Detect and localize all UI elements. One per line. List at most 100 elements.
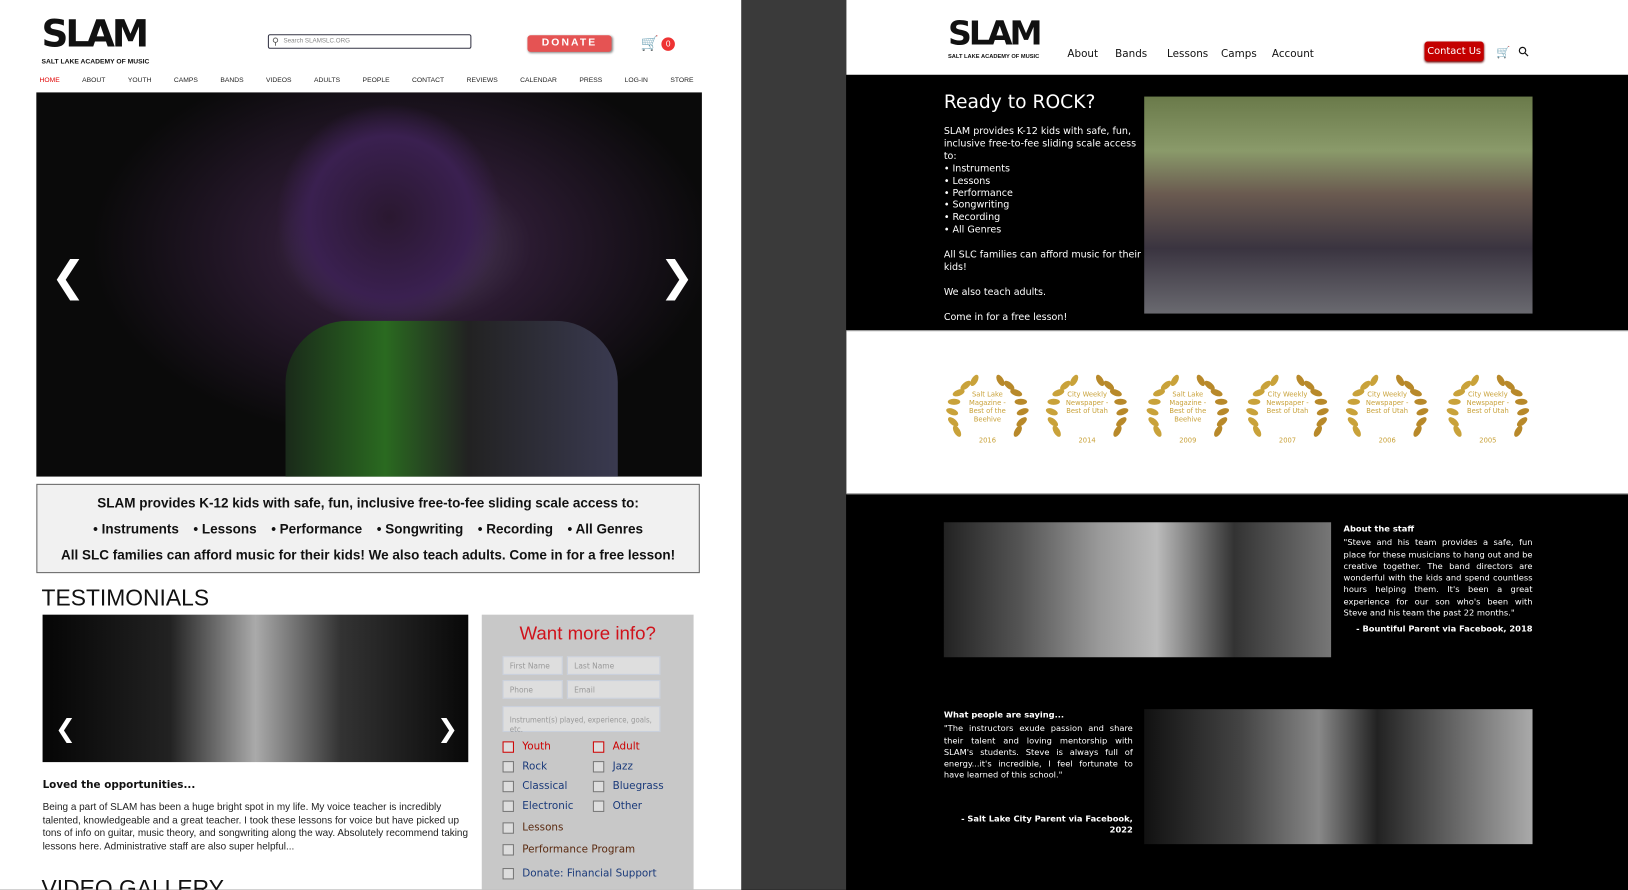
award-title: Salt Lake Magazine - Best of the Beehive <box>1169 390 1207 424</box>
nav-item-adults[interactable]: ADULTS <box>314 77 340 84</box>
phone-field[interactable]: Phone <box>502 680 563 699</box>
award-title: City Weekly Newspaper - Best of Utah <box>1266 390 1309 416</box>
people-attribution: - Salt Lake City Parent via Facebook, 20… <box>961 813 1133 835</box>
award-year: 2006 <box>1378 436 1396 445</box>
cart-icon[interactable]: 🛒 <box>1496 46 1510 59</box>
checkbox-box[interactable] <box>502 780 514 793</box>
hero-p2: We also teach adults. <box>943 286 1047 298</box>
award-laurel: City Weekly Newspaper - Best of Utah 2007 <box>1243 372 1332 455</box>
left-homepage-mockup: SLAM SALT LAKE ACADEMY OF MUSIC ⚲ Search… <box>0 0 742 890</box>
search-input[interactable]: ⚲ Search SLAMSLC.ORG <box>267 34 472 49</box>
carousel-next-arrow-icon[interactable]: ❯ <box>659 253 694 301</box>
checkbox-label: Other <box>612 800 643 812</box>
checkbox-classical[interactable]: Classical <box>502 780 568 793</box>
header: SLAM SALT LAKE ACADEMY OF MUSIC About Ban… <box>846 0 1628 75</box>
logo-subtitle: SALT LAKE ACADEMY OF MUSIC <box>947 53 1040 61</box>
slam-logo[interactable]: SLAM <box>42 16 150 54</box>
checkbox-box[interactable] <box>502 844 514 856</box>
hero-list-item: • Instruments <box>943 162 1010 175</box>
cart-icon[interactable]: 🛒 <box>641 34 659 52</box>
checkbox-youth[interactable]: Youth <box>502 741 551 753</box>
nav-item-bands[interactable]: BANDS <box>220 77 243 84</box>
award-title: City Weekly Newspaper - Best of Utah <box>1466 390 1510 416</box>
slam-logo[interactable]: SLAM <box>948 17 1043 50</box>
nav-item-bands[interactable]: Bands <box>1115 49 1147 60</box>
contact-us-button[interactable]: Contact Us <box>1424 41 1484 62</box>
award-year: 2009 <box>1179 436 1197 445</box>
checkbox-label: Classical <box>522 780 568 793</box>
right-homepage-mockup: SLAM SALT LAKE ACADEMY OF MUSIC About Ban… <box>846 0 1628 890</box>
hero-list-item: • Recording <box>943 212 1001 224</box>
hero-text: SLAM provides K-12 kids with safe, fun, … <box>944 126 1143 324</box>
award-laurel: City Weekly Newspaper - Best of Utah 2006 <box>1343 372 1432 455</box>
info-item: • Lessons <box>193 521 257 537</box>
email-field[interactable]: Email <box>566 680 661 699</box>
carousel-prev-arrow-icon[interactable]: ❮ <box>51 253 86 301</box>
nav-item-contact[interactable]: CONTACT <box>412 77 444 84</box>
nav-item-press[interactable]: PRESS <box>579 77 602 84</box>
checkbox-label: Jazz <box>612 761 633 773</box>
checkbox-box[interactable] <box>592 780 605 793</box>
staff-quote: "Steve and his team provides a safe, fun… <box>1343 538 1533 618</box>
info-item: • Instruments <box>93 521 179 537</box>
checkbox-box[interactable] <box>592 741 605 753</box>
nav-item-videos[interactable]: VIDEOS <box>266 77 292 84</box>
checkbox-box[interactable] <box>592 761 605 773</box>
nav-item-about[interactable]: About <box>1067 49 1098 60</box>
search-icon[interactable]: ⚲ <box>1515 43 1534 62</box>
donate-button[interactable]: DONATE <box>527 35 612 52</box>
info-item: • Songwriting <box>376 521 464 537</box>
award-year: 2016 <box>978 436 997 445</box>
checkbox-label: Performance Program <box>522 844 636 856</box>
nav-item-camps[interactable]: CAMPS <box>174 77 198 84</box>
checkbox-lessons[interactable]: Lessons <box>502 822 563 834</box>
checkbox-box[interactable] <box>502 741 514 753</box>
checkbox-box[interactable] <box>592 800 605 812</box>
checkbox-performance-program[interactable]: Performance Program <box>502 844 636 856</box>
info-item: • All Genres <box>567 521 643 537</box>
nav-item-reviews[interactable]: REVIEWS <box>467 77 498 84</box>
nav-item-youth[interactable]: YOUTH <box>128 77 152 84</box>
nav-item-people[interactable]: PEOPLE <box>363 77 390 84</box>
award-year: 2005 <box>1479 436 1497 445</box>
nav-item-log-in[interactable]: LOG-IN <box>625 77 648 84</box>
checkbox-label: Bluegrass <box>612 780 664 793</box>
checkbox-box[interactable] <box>502 822 514 834</box>
staff-photo <box>943 522 1332 658</box>
people-testimonial: What people are saying... "The instructo… <box>944 709 1133 836</box>
checkbox-other[interactable]: Other <box>592 800 643 812</box>
nav-item-camps[interactable]: Camps <box>1221 49 1257 60</box>
checkbox-label: Electronic <box>522 800 574 812</box>
first-name-field[interactable]: First Name <box>502 656 563 675</box>
checkbox-bluegrass[interactable]: Bluegrass <box>592 780 664 793</box>
nav-item-lessons[interactable]: Lessons <box>1167 49 1208 60</box>
message-field[interactable]: Instrument(s) played, experience, goals,… <box>502 706 661 734</box>
checkbox-adult[interactable]: Adult <box>592 741 640 753</box>
testimonial-next-arrow-icon[interactable]: ❯ <box>437 714 458 743</box>
award-year: 2014 <box>1078 436 1096 445</box>
nav-item-home[interactable]: HOME <box>39 77 59 84</box>
contact-form: Want more info? First Name Last Name Pho… <box>481 614 694 890</box>
awards-strip: Salt Lake Magazine - Best of the Beehive… <box>846 330 1628 495</box>
nav-item-about[interactable]: ABOUT <box>82 77 105 84</box>
info-line-3: All SLC families can afford music for th… <box>61 547 676 563</box>
checkbox-rock[interactable]: Rock <box>502 761 547 773</box>
award-year: 2007 <box>1278 436 1297 445</box>
testimonial-prev-arrow-icon[interactable]: ❮ <box>55 714 76 743</box>
checkbox-donate-financial-support[interactable]: Donate: Financial Support <box>502 868 657 880</box>
nav-item-calendar[interactable]: CALENDAR <box>520 77 557 84</box>
last-name-field[interactable]: Last Name <box>566 656 661 675</box>
info-item: • Recording <box>477 521 553 537</box>
info-line-1: SLAM provides K-12 kids with safe, fun, … <box>97 495 639 511</box>
nav-item-account[interactable]: Account <box>1272 49 1314 60</box>
checkbox-box[interactable] <box>502 868 514 880</box>
nav-item-store[interactable]: STORE <box>670 77 693 84</box>
testimonial-body: Being a part of SLAM has been a huge bri… <box>42 801 469 852</box>
checkbox-jazz[interactable]: Jazz <box>592 761 633 773</box>
testimonial-heading: Loved the opportunities... <box>42 779 196 792</box>
checkbox-box[interactable] <box>502 761 514 773</box>
form-title: Want more info? <box>519 622 656 644</box>
checkbox-electronic[interactable]: Electronic <box>502 800 574 812</box>
main-nav: HOME ABOUT YOUTH CAMPS BANDS VIDEOS ADULTS PEOP… <box>39 77 693 84</box>
checkbox-box[interactable] <box>502 800 514 812</box>
